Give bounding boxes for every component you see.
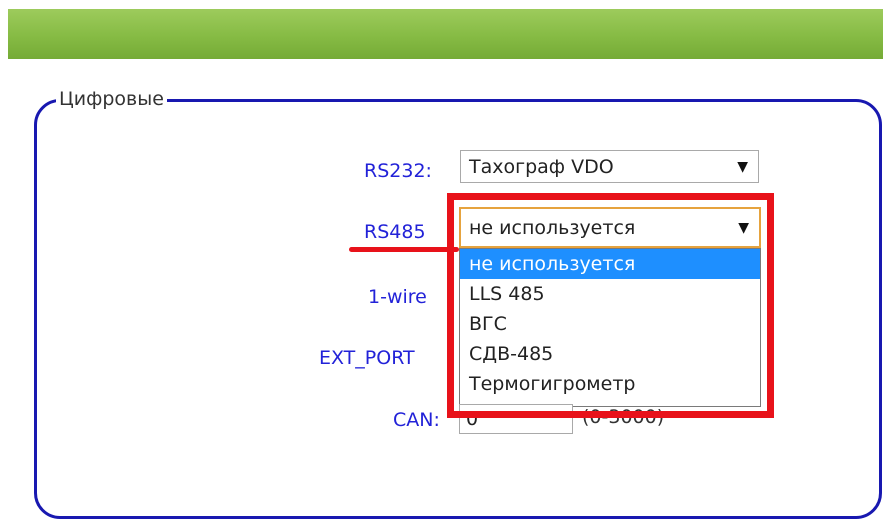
- rs232-select-value: Тахограф VDO: [469, 156, 614, 178]
- header-bar: [8, 9, 883, 59]
- fieldset-legend: Цифровые: [56, 88, 167, 110]
- rs232-select[interactable]: Тахограф VDO ▼: [460, 150, 759, 183]
- rs232-label: RS232:: [364, 160, 432, 182]
- one-wire-label: 1-wire: [368, 286, 427, 308]
- ext-port-label: EXT_PORT: [319, 347, 415, 369]
- rs485-label: RS485: [364, 221, 426, 243]
- can-label: CAN:: [393, 409, 440, 431]
- red-highlight-box-annotation: [447, 193, 774, 418]
- chevron-down-icon: ▼: [737, 159, 748, 175]
- red-underline-annotation: [349, 247, 459, 252]
